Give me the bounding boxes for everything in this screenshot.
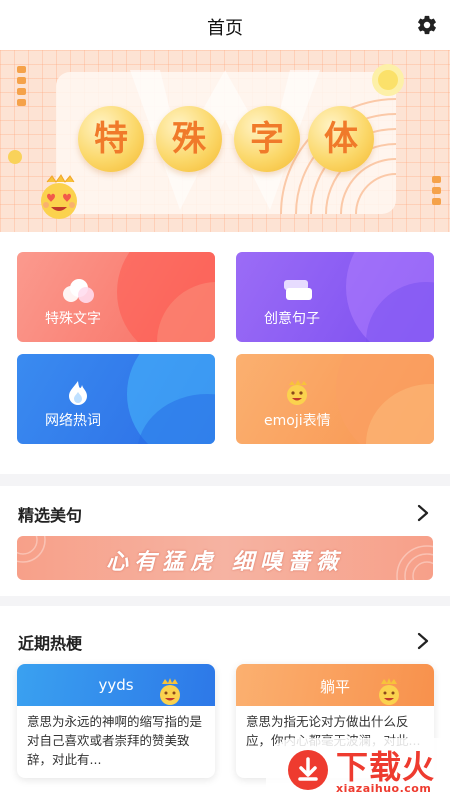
feature-label: 创意句子 (264, 311, 320, 327)
quote-text: 心有猛虎 细嗅蔷薇 (106, 550, 344, 575)
banner-char-4: 体 (308, 106, 374, 172)
meme-term: yyds (98, 676, 134, 694)
chevron-right-icon[interactable] (416, 504, 430, 522)
feature-card-emoji[interactable]: emoji表情 (236, 354, 434, 444)
feature-label: 特殊文字 (45, 311, 101, 327)
top-bar: 首页 (0, 0, 450, 50)
hero-banner[interactable]: 特 殊 字 体 (0, 50, 450, 232)
cards-icon (284, 280, 312, 300)
watermark-site: xiazaihuo.com (336, 782, 432, 795)
meme-description: 意思为永远的神啊的缩写指的是对自己喜欢或者崇拜的赞美致辞，对此有... (27, 714, 203, 767)
chevron-right-icon[interactable] (416, 632, 430, 650)
site-watermark: 下载火 xiazaihuo.com (266, 738, 450, 800)
feature-card-hot-words[interactable]: 网络热词 (17, 354, 215, 444)
section-title: 精选美句 (18, 506, 83, 525)
emoji-face-icon (160, 678, 180, 705)
emoji-face-icon (287, 380, 307, 405)
sun-decor (372, 64, 404, 96)
quotes-section: 精选美句 心有猛虎 细嗅蔷薇 (0, 486, 450, 596)
clouds-icon (63, 279, 94, 303)
meme-term: 躺平 (319, 678, 350, 696)
download-logo-icon (288, 750, 328, 790)
emoji-face-icon (379, 678, 399, 705)
page-title: 首页 (207, 18, 243, 39)
feature-card-special-text[interactable]: 特殊文字 (17, 252, 215, 342)
meme-card-header: 躺平 (236, 664, 434, 706)
heart-eyes-emoji-icon (41, 174, 77, 219)
decor-dots-right (432, 176, 442, 209)
section-title: 近期热梗 (18, 634, 83, 653)
meme-card-header: yyds (17, 664, 215, 706)
decor-dots-left (17, 66, 27, 110)
feature-card-creative-sentence[interactable]: 创意句子 (236, 252, 434, 342)
gear-icon[interactable] (416, 14, 438, 36)
feature-label: emoji表情 (264, 413, 331, 429)
banner-char-1: 特 (78, 106, 144, 172)
flame-icon (69, 381, 87, 405)
feature-grid: 特殊文字 创意句子 网络热词 emoji表情 (0, 232, 450, 474)
banner-char-3: 字 (234, 106, 300, 172)
feature-label: 网络热词 (45, 413, 101, 429)
banner-char-2: 殊 (156, 106, 222, 172)
meme-card[interactable]: yyds 意思为永远的神啊的缩写指的是对自己喜欢或者崇拜的赞美致辞，对此有... (17, 664, 215, 778)
quote-banner[interactable]: 心有猛虎 细嗅蔷薇 (17, 536, 433, 580)
dot-decor (8, 150, 22, 164)
